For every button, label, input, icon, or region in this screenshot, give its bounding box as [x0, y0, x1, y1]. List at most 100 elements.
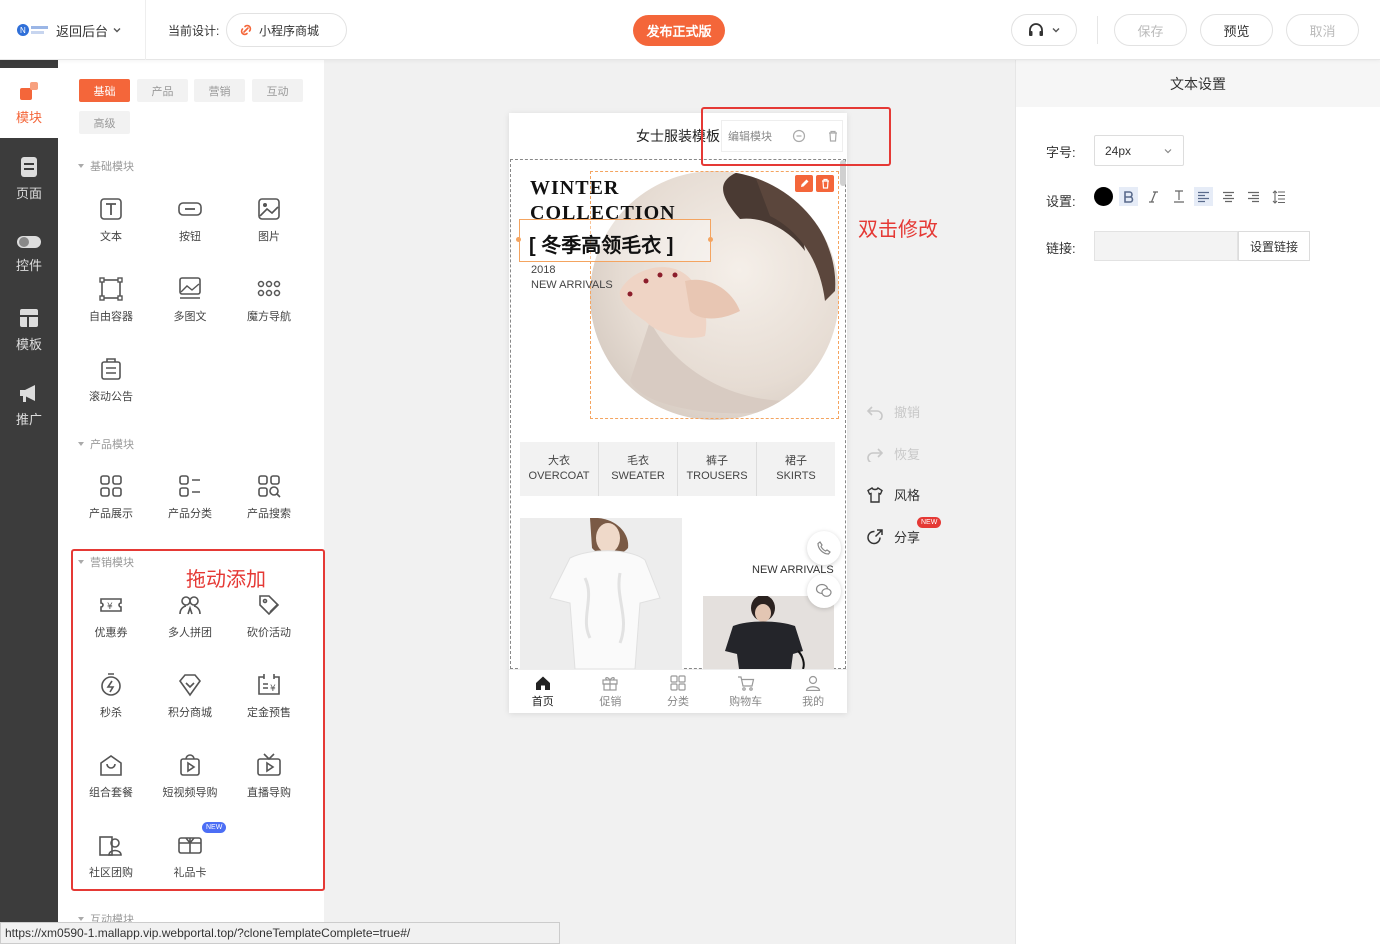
category-en: TROUSERS: [686, 470, 748, 482]
category-overcoat[interactable]: 大衣 OVERCOAT: [520, 442, 599, 496]
category-list-icon: [179, 475, 200, 497]
undo-label: 撤销: [894, 405, 921, 420]
save-button[interactable]: 保存: [1114, 14, 1187, 46]
button-icon: [178, 202, 202, 216]
line-height-button[interactable]: [1269, 187, 1288, 206]
tab-label: 首页: [531, 695, 554, 708]
phone-icon: [817, 541, 831, 555]
module-scroll-notice[interactable]: 滚动公告: [76, 356, 146, 420]
share-button[interactable]: 分享: [866, 527, 920, 546]
shirt-icon: [867, 486, 883, 503]
nav-item-controls[interactable]: 控件: [0, 219, 58, 289]
edit-module-highlight: [701, 107, 891, 166]
color-picker-swatch[interactable]: [1094, 187, 1113, 206]
module-product-search[interactable]: 产品搜索: [234, 473, 304, 537]
tab-basic[interactable]: 基础: [79, 79, 130, 102]
grid-icon: [100, 475, 122, 497]
nav-item-pages[interactable]: 页面: [0, 144, 58, 214]
design-name: 小程序商城: [259, 23, 320, 38]
section-title-text: 产品模块: [90, 439, 134, 451]
module-product-category[interactable]: 产品分类: [155, 473, 225, 537]
module-label: 产品分类: [168, 508, 212, 520]
grid-dots-icon: [257, 280, 281, 297]
publish-button[interactable]: 发布正式版: [633, 15, 725, 46]
chevron-down-icon: [113, 28, 121, 33]
tab-home[interactable]: 首页: [509, 670, 577, 713]
category-trousers[interactable]: 裤子 TROUSERS: [678, 442, 757, 496]
tab-promotion[interactable]: 促销: [577, 670, 645, 713]
product-image-white-dress[interactable]: [520, 518, 682, 669]
edit-image-button[interactable]: [795, 175, 813, 192]
brand-logo-icon: N: [17, 24, 48, 36]
module-image[interactable]: 图片: [234, 196, 304, 260]
category-cn: 大衣: [548, 455, 570, 467]
nav-item-promotion[interactable]: 推广: [0, 370, 58, 440]
text-settings-panel: 文本设置 字号: 24px 设置: 链接: 设置链接: [1015, 60, 1380, 944]
nav-item-modules[interactable]: 模块: [0, 68, 58, 138]
set-link-button[interactable]: 设置链接: [1238, 231, 1310, 261]
design-selector[interactable]: 小程序商城: [226, 13, 347, 47]
delete-image-button[interactable]: [816, 175, 834, 192]
pencil-icon: [800, 179, 808, 187]
link-input[interactable]: [1094, 231, 1238, 261]
font-size-select[interactable]: 24px: [1094, 135, 1184, 166]
module-product-display[interactable]: 产品展示: [76, 473, 146, 537]
font-size-value: 24px: [1105, 143, 1132, 158]
align-right-button[interactable]: [1244, 187, 1263, 206]
italic-icon: [1149, 190, 1158, 203]
settings-label: 设置:: [1046, 194, 1076, 209]
back-to-admin-button[interactable]: 返回后台: [56, 20, 122, 40]
category-skirts[interactable]: 裙子 SKIRTS: [757, 442, 835, 496]
bold-button[interactable]: [1119, 187, 1138, 206]
align-left-button[interactable]: [1194, 187, 1213, 206]
module-button[interactable]: 按钮: [155, 196, 225, 260]
tab-cart[interactable]: 购物车: [712, 670, 780, 713]
undo-button[interactable]: 撤销: [866, 402, 920, 421]
module-cube-nav[interactable]: 魔方导航: [234, 276, 304, 340]
tab-marketing[interactable]: 营销: [194, 79, 245, 102]
support-dropdown[interactable]: [1011, 14, 1077, 46]
phone-call-button[interactable]: [807, 531, 841, 565]
current-design-label: 当前设计:: [168, 24, 220, 38]
link-label: 链接:: [1046, 241, 1076, 256]
redo-button[interactable]: 恢复: [866, 444, 920, 463]
module-free-container[interactable]: 自由容器: [76, 276, 146, 340]
user-icon: [806, 675, 821, 691]
grid-search-icon: [258, 475, 281, 498]
underline-button[interactable]: [1169, 187, 1188, 206]
align-center-button[interactable]: [1219, 187, 1238, 206]
category-cn: 裙子: [785, 455, 807, 467]
hero-year: 2018: [531, 264, 556, 276]
style-button[interactable]: 风格: [866, 485, 920, 504]
font-size-label: 字号:: [1046, 145, 1076, 160]
wechat-button[interactable]: [807, 574, 841, 608]
italic-button[interactable]: [1144, 187, 1163, 206]
category-sweater[interactable]: 毛衣 SWEATER: [599, 442, 678, 496]
resize-handle[interactable]: [708, 237, 713, 242]
bold-icon: [1124, 190, 1134, 203]
nav-label: 推广: [15, 412, 42, 427]
redo-icon: [867, 447, 884, 462]
nav-item-templates[interactable]: 模板: [0, 295, 58, 365]
underline-icon: [1173, 190, 1184, 203]
product-image-black-dress[interactable]: [703, 596, 834, 669]
tab-interactive[interactable]: 互动: [252, 79, 303, 102]
panel-title: 文本设置: [1016, 60, 1380, 107]
module-multi-image-text[interactable]: 多图文: [155, 276, 225, 340]
module-label: 魔方导航: [247, 311, 291, 323]
preview-button[interactable]: 预览: [1200, 14, 1273, 46]
cancel-button[interactable]: 取消: [1286, 14, 1359, 46]
share-label: 分享: [894, 530, 921, 545]
tab-category[interactable]: 分类: [644, 670, 712, 713]
trash-icon: [821, 178, 829, 189]
tab-product[interactable]: 产品: [137, 79, 188, 102]
phone-preview: 女士服装模板 编辑模块 WINTER COLLECTION [ 冬季高领毛衣 ]…: [509, 113, 847, 713]
resize-handle[interactable]: [516, 237, 521, 242]
module-text[interactable]: 文本: [76, 196, 146, 260]
tab-advanced[interactable]: 高级: [79, 111, 130, 134]
section-title-product[interactable]: 产品模块: [78, 436, 134, 452]
hero-headline[interactable]: [ 冬季高领毛衣 ]: [529, 229, 673, 258]
redo-label: 恢复: [894, 447, 921, 462]
tab-mine[interactable]: 我的: [779, 670, 847, 713]
section-title-basic[interactable]: 基础模块: [78, 158, 134, 174]
